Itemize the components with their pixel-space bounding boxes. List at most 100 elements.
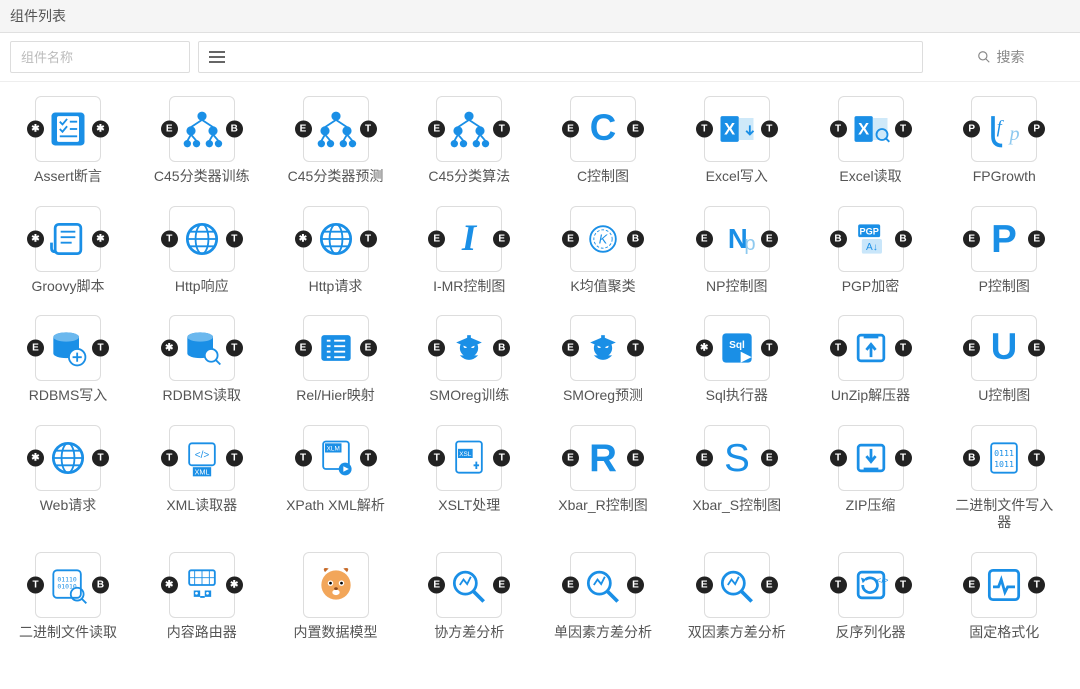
component-icon-wrap: ✱✱ <box>35 206 101 272</box>
component-item[interactable]: ✱TRDBMS读取 <box>142 315 262 405</box>
port-right: B <box>226 121 243 138</box>
component-label: U控制图 <box>978 387 1030 405</box>
port-left: T <box>428 449 445 466</box>
component-label: Sql执行器 <box>706 387 768 405</box>
port-left: E <box>161 121 178 138</box>
component-item[interactable]: TTXPath XML解析 <box>276 425 396 532</box>
component-item[interactable]: ETRDBMS写入 <box>8 315 128 405</box>
component-item[interactable]: TTUnZip解压器 <box>811 315 931 405</box>
component-item[interactable]: EE I-MR控制图 <box>409 206 529 296</box>
port-right: T <box>360 230 377 247</box>
component-item[interactable]: EENP控制图 <box>677 206 797 296</box>
component-label: C控制图 <box>577 168 629 186</box>
port-left: T <box>830 576 847 593</box>
component-item[interactable]: ETC45分类算法 <box>409 96 529 186</box>
component-icon-wrap: TT <box>169 425 235 491</box>
component-icon-wrap: EE <box>303 315 369 381</box>
component-item[interactable]: TB二进制文件读取 <box>8 552 128 642</box>
component-icon-wrap: ET <box>35 315 101 381</box>
component-item[interactable]: EEP控制图 <box>944 206 1064 296</box>
port-right: E <box>627 576 644 593</box>
port-left: ✱ <box>27 449 44 466</box>
component-item[interactable]: TTExcel写入 <box>677 96 797 186</box>
port-right: ✱ <box>92 121 109 138</box>
component-item[interactable]: ✱✱Assert断言 <box>8 96 128 186</box>
component-icon-wrap: BT <box>971 425 1037 491</box>
component-icon-wrap: EE <box>570 96 636 162</box>
component-label: 反序列化器 <box>836 624 906 642</box>
component-icon-wrap: TT <box>838 552 904 618</box>
component-icon-wrap <box>303 552 369 618</box>
component-item[interactable]: BBPGP加密 <box>811 206 931 296</box>
component-item[interactable]: ✱✱ 内容路由器 <box>142 552 262 642</box>
component-item[interactable]: EEXbar_R控制图 <box>543 425 663 532</box>
component-item[interactable]: BT 二进制文件写入器 <box>944 425 1064 532</box>
component-label: 内容路由器 <box>167 624 237 642</box>
component-item[interactable]: ✱TSql执行器 <box>677 315 797 405</box>
component-label: RDBMS读取 <box>162 387 241 405</box>
port-left: B <box>963 449 980 466</box>
squirrel-icon <box>303 552 369 618</box>
port-left: T <box>830 340 847 357</box>
component-item[interactable]: EEXbar_S控制图 <box>677 425 797 532</box>
component-icon-wrap: EE <box>436 206 502 272</box>
component-item[interactable]: EE C控制图 <box>543 96 663 186</box>
port-left: E <box>562 576 579 593</box>
port-right: T <box>627 340 644 357</box>
port-right: E <box>627 449 644 466</box>
component-label: C45分类器预测 <box>288 168 384 186</box>
port-right: T <box>895 449 912 466</box>
component-item[interactable]: ET固定格式化 <box>944 552 1064 642</box>
panel-title: 组件列表 <box>0 0 1080 33</box>
component-item[interactable]: ETSMOreg预测 <box>543 315 663 405</box>
component-label: I-MR控制图 <box>433 278 505 296</box>
component-item[interactable]: EE单因素方差分析 <box>543 552 663 642</box>
component-item[interactable]: TTHttp响应 <box>142 206 262 296</box>
port-right: T <box>92 449 109 466</box>
component-item[interactable]: TTXSLT处理 <box>409 425 529 532</box>
component-label: ZIP压缩 <box>846 497 896 515</box>
category-select[interactable] <box>198 41 923 73</box>
component-label: XPath XML解析 <box>286 497 385 515</box>
port-right: T <box>493 449 510 466</box>
port-left: E <box>963 230 980 247</box>
port-right: T <box>92 340 109 357</box>
component-item[interactable]: EBSMOreg训练 <box>409 315 529 405</box>
component-name-input[interactable] <box>10 41 190 73</box>
port-left: E <box>696 230 713 247</box>
port-left: E <box>562 449 579 466</box>
port-right: E <box>761 576 778 593</box>
port-right: P <box>1028 121 1045 138</box>
component-label: XML读取器 <box>166 497 237 515</box>
component-label: UnZip解压器 <box>831 387 910 405</box>
component-label: 二进制文件写入器 <box>949 497 1059 532</box>
search-button[interactable]: 搜索 <box>931 41 1070 73</box>
component-item[interactable]: EBK均值聚类 <box>543 206 663 296</box>
port-left: T <box>696 121 713 138</box>
port-left: E <box>295 340 312 357</box>
port-right: T <box>226 449 243 466</box>
component-label: K均值聚类 <box>570 278 635 296</box>
component-item[interactable]: ✱TWeb请求 <box>8 425 128 532</box>
component-item[interactable]: ETC45分类器预测 <box>276 96 396 186</box>
component-item[interactable]: TTExcel读取 <box>811 96 931 186</box>
port-right: B <box>627 230 644 247</box>
search-icon <box>977 50 991 64</box>
component-item[interactable]: PPFPGrowth <box>944 96 1064 186</box>
component-icon-wrap: EB <box>169 96 235 162</box>
component-icon-wrap: ✱✱ <box>169 552 235 618</box>
component-item[interactable]: EBC45分类器训练 <box>142 96 262 186</box>
component-item[interactable]: EERel/Hier映射 <box>276 315 396 405</box>
component-item[interactable]: TTZIP压缩 <box>811 425 931 532</box>
component-icon-wrap: TT <box>169 206 235 272</box>
component-item[interactable]: EEU控制图 <box>944 315 1064 405</box>
component-item[interactable]: ✱THttp请求 <box>276 206 396 296</box>
component-item[interactable]: ✱✱Groovy脚本 <box>8 206 128 296</box>
component-item[interactable]: EE双因素方差分析 <box>677 552 797 642</box>
component-item[interactable]: TT 反序列化器 <box>811 552 931 642</box>
port-left: T <box>27 576 44 593</box>
component-label: NP控制图 <box>706 278 767 296</box>
component-item[interactable]: 内置数据模型 <box>276 552 396 642</box>
component-item[interactable]: EE协方差分析 <box>409 552 529 642</box>
component-item[interactable]: TT XML读取器 <box>142 425 262 532</box>
